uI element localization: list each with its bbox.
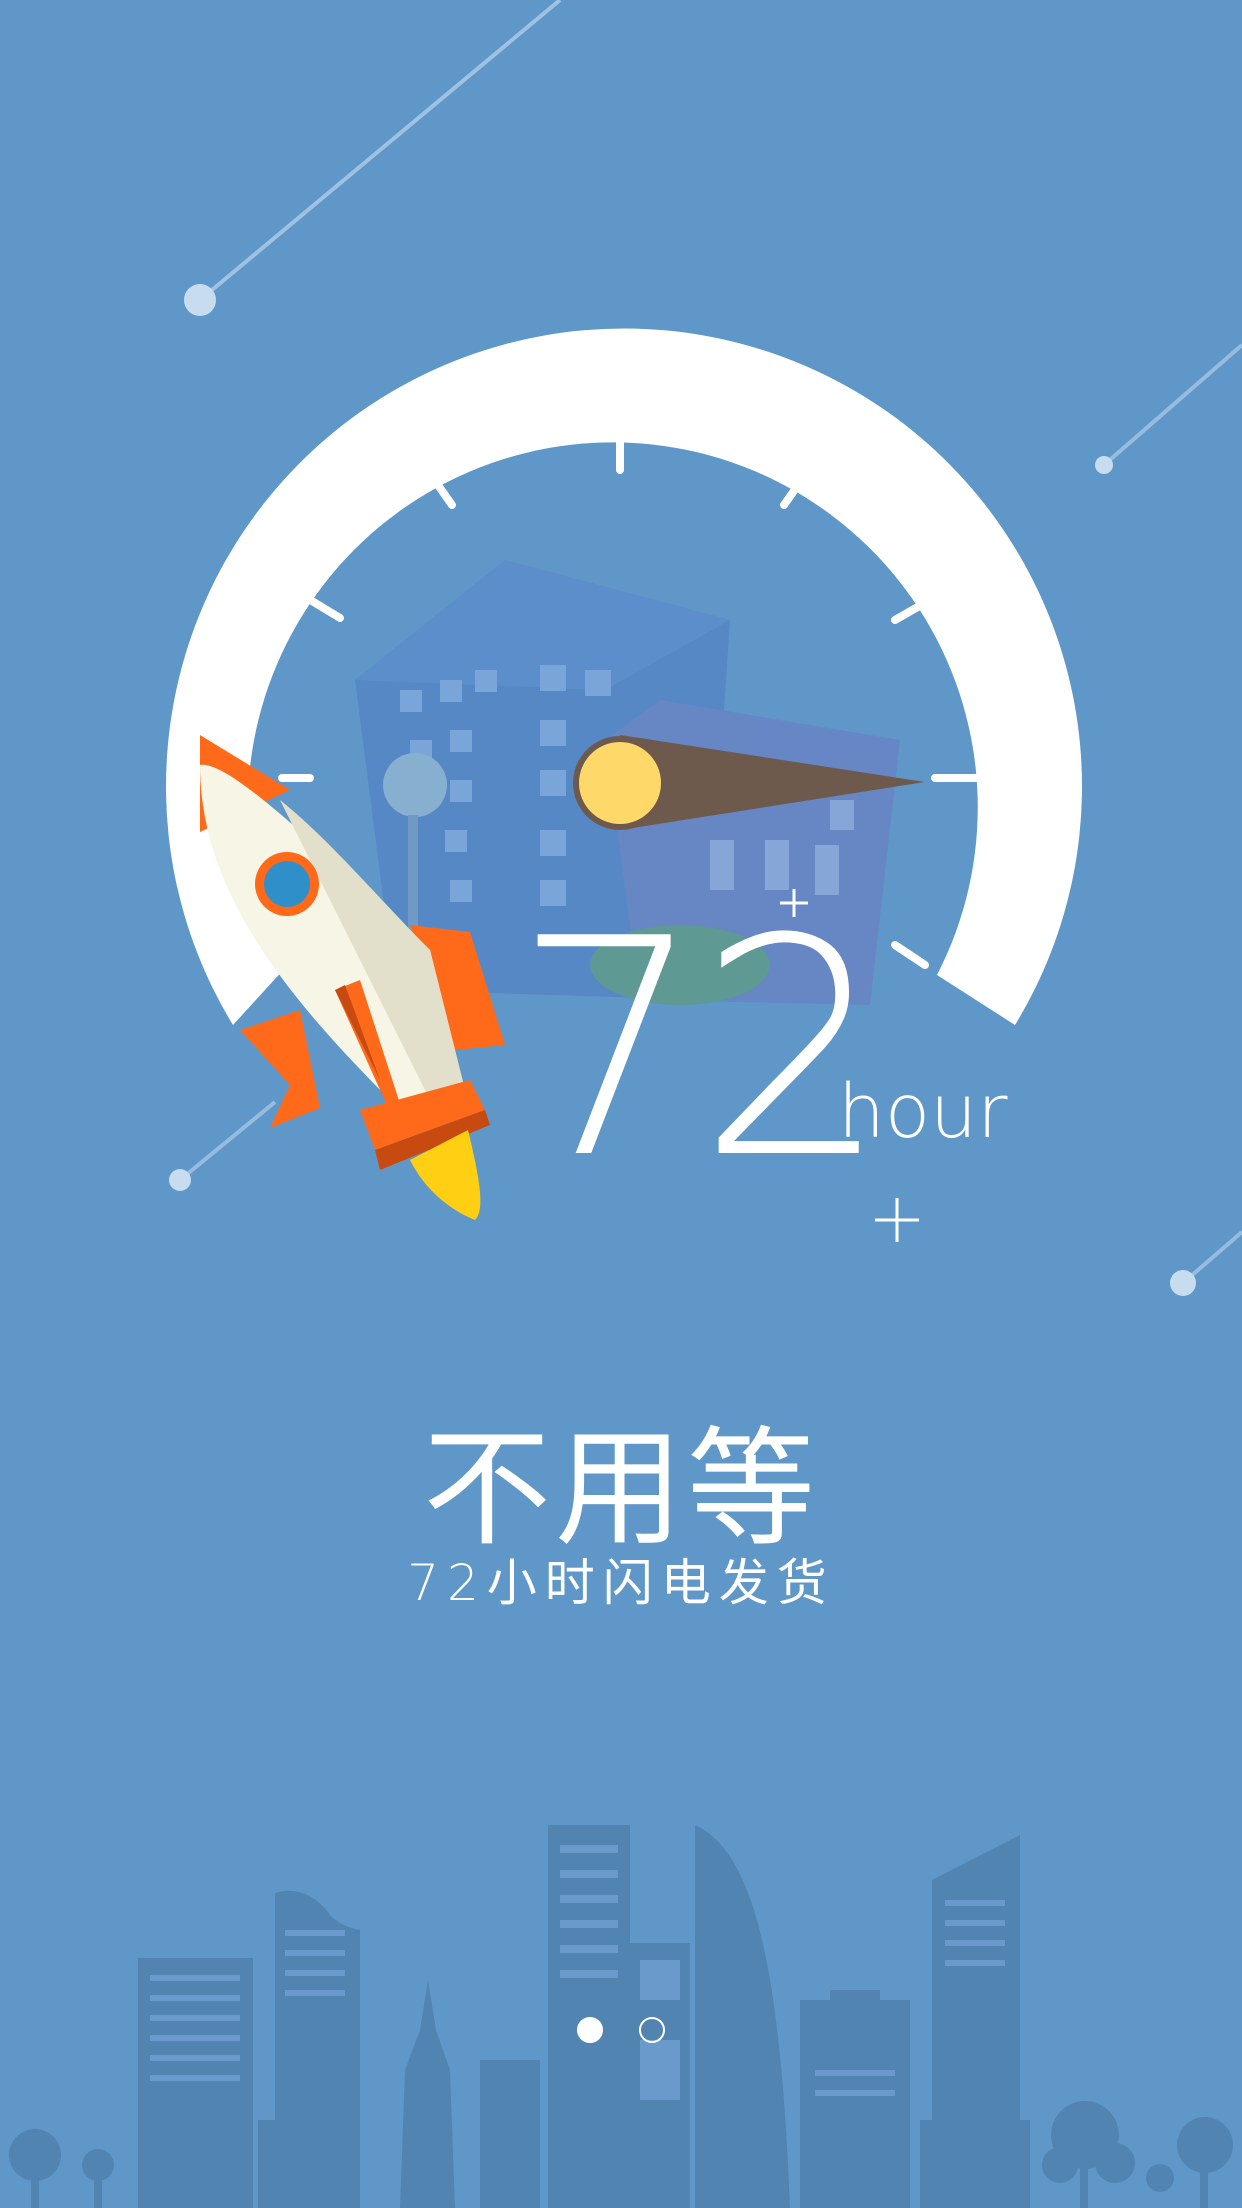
hours-unit: hour (838, 1069, 1008, 1155)
page-dot-1[interactable] (577, 2017, 603, 2043)
page-indicator[interactable] (0, 2017, 1242, 2043)
page-dot-2[interactable] (639, 2017, 665, 2043)
hours-value: 72 (513, 875, 889, 1224)
page-subtitle: 72小时闪电发货 (407, 1554, 835, 1612)
